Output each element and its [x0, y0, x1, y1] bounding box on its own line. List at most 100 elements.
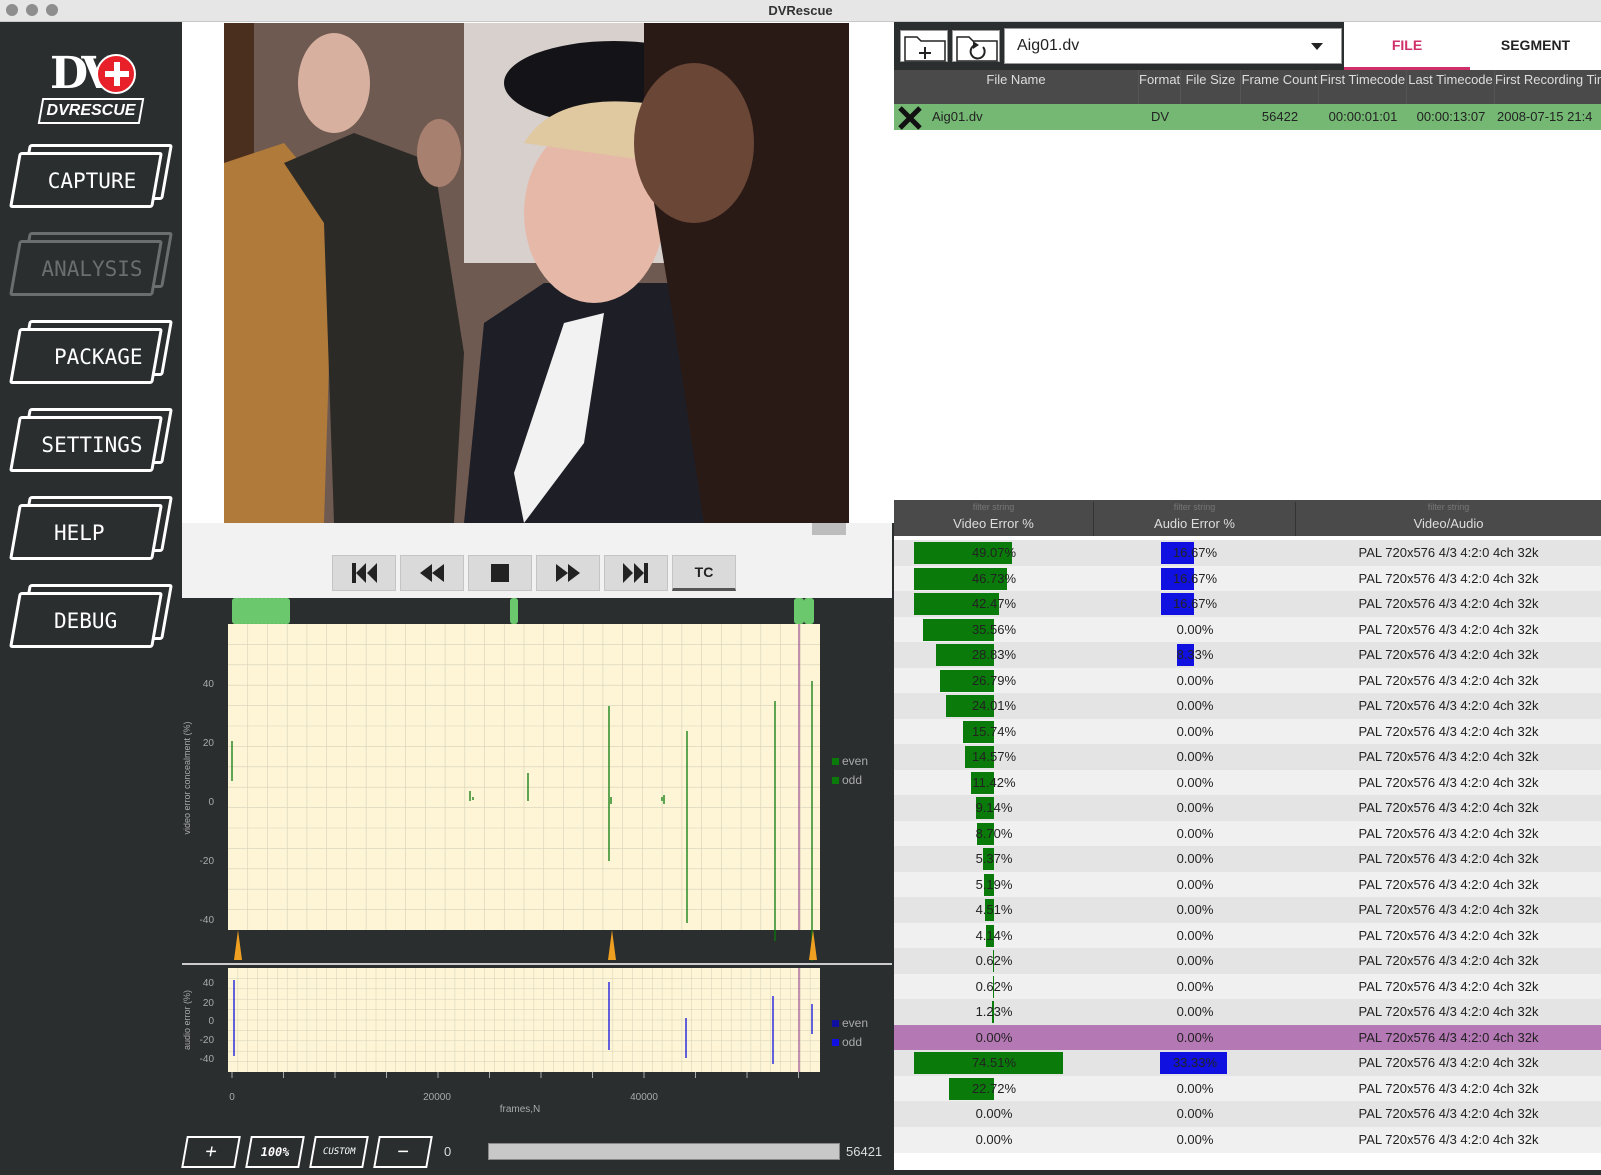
header-file-name[interactable]: File Name [894, 70, 1139, 104]
range-slider[interactable] [488, 1143, 840, 1160]
audio-ytick: 0 [208, 1016, 214, 1027]
segment-row[interactable]: 0.00% 0.00% PAL 720x576 4/3 4:2:0 4ch 32k [894, 1126, 1601, 1153]
nav-analysis-label: ANALYSIS [41, 257, 143, 281]
segment-row[interactable]: 4.14% 0.00% PAL 720x576 4/3 4:2:0 4ch 32k [894, 922, 1601, 949]
video-error-value: 0.00% [975, 1131, 1013, 1147]
video-audio-value: PAL 720x576 4/3 4:2:0 4ch 32k [1358, 672, 1539, 688]
nav-analysis[interactable]: ANALYSIS [9, 230, 173, 302]
legend-even-swatch [832, 758, 839, 765]
video-error-value: 24.01% [971, 698, 1017, 713]
header-format[interactable]: Format [1139, 70, 1181, 104]
zoom-out-button[interactable]: − [373, 1136, 433, 1168]
tab-file[interactable]: FILE [1344, 22, 1470, 70]
segment-row[interactable]: 24.01% 0.00% PAL 720x576 4/3 4:2:0 4ch 32k [894, 693, 1601, 719]
video-error-value: 4.51% [975, 902, 1013, 917]
segments-header: filter string Video Error % filter strin… [894, 502, 1601, 536]
header-video-audio[interactable]: Video/Audio [1296, 516, 1601, 531]
segment-row[interactable]: 5.37% 0.00% PAL 720x576 4/3 4:2:0 4ch 32k [894, 846, 1601, 872]
segment-row[interactable]: 0.00% 0.00% PAL 720x576 4/3 4:2:0 4ch 32k [894, 1101, 1601, 1127]
go-to-start-button[interactable] [332, 555, 396, 591]
segment-row[interactable]: 5.19% 0.00% PAL 720x576 4/3 4:2:0 4ch 32k [894, 871, 1601, 898]
go-to-end-button[interactable] [604, 555, 668, 591]
audio-legend-even-label: even [842, 1016, 868, 1030]
video-audio-value: PAL 720x576 4/3 4:2:0 4ch 32k [1358, 1106, 1539, 1121]
skip-start-icon [352, 563, 377, 583]
video-error-value: 0.00% [975, 1106, 1013, 1121]
timecode-toggle[interactable]: TC [672, 555, 736, 591]
graph-canvas: 40 20 0 -20 -40 video error concealment (%) ev… [182, 598, 892, 1115]
segment-row[interactable]: 1.23% 0.00% PAL 720x576 4/3 4:2:0 4ch 32k [894, 999, 1601, 1025]
segment-row[interactable]: 42.47% 16.67% PAL 720x576 4/3 4:2:0 4ch 32… [894, 591, 1601, 617]
tab-segment[interactable]: SEGMENT [1470, 22, 1601, 70]
rewind-button[interactable] [400, 555, 464, 591]
video-audio-value: PAL 720x576 4/3 4:2:0 4ch 32k [1358, 1055, 1539, 1070]
error-marker [510, 598, 518, 624]
segment-row[interactable]: 14.57% 0.00% PAL 720x576 4/3 4:2:0 4ch 32k [894, 744, 1601, 770]
x-tick-label: 20000 [423, 1092, 451, 1103]
video-ytick: 20 [203, 738, 215, 749]
add-file-button[interactable] [900, 30, 948, 62]
folder-add-icon [904, 36, 946, 62]
segment-row[interactable]: 49.07% 16.67% PAL 720x576 4/3 4:2:0 4ch 32… [894, 540, 1601, 566]
segment-row[interactable]: 8.70% 0.00% PAL 720x576 4/3 4:2:0 4ch 32k [894, 820, 1601, 847]
segment-row[interactable]: 15.74% 0.00% PAL 720x576 4/3 4:2:0 4ch 32k [894, 718, 1601, 745]
segment-row[interactable]: 0.62% 0.00% PAL 720x576 4/3 4:2:0 4ch 32k [894, 973, 1601, 1000]
file-row-size [1181, 104, 1241, 130]
zoom-100-button[interactable]: 100% [245, 1136, 305, 1168]
scrub-handle[interactable] [812, 523, 846, 535]
header-audio-error[interactable]: Audio Error % [1094, 516, 1295, 531]
segment-row[interactable]: 22.72% 0.00% PAL 720x576 4/3 4:2:0 4ch 32k [894, 1075, 1601, 1102]
nav-settings[interactable]: SETTINGS [9, 406, 173, 478]
video-error-value: 9.14% [975, 800, 1013, 815]
segment-row[interactable]: 4.51% 0.00% PAL 720x576 4/3 4:2:0 4ch 32k [894, 897, 1601, 923]
video-audio-value: PAL 720x576 4/3 4:2:0 4ch 32k [1358, 851, 1539, 866]
file-select[interactable]: Aig01.dv [1004, 28, 1342, 64]
video-audio-value: PAL 720x576 4/3 4:2:0 4ch 32k [1358, 774, 1539, 790]
video-error-value: 22.72% [971, 1080, 1017, 1096]
segment-row[interactable]: 35.56% 0.00% PAL 720x576 4/3 4:2:0 4ch 32k [894, 616, 1601, 643]
segment-row[interactable]: 26.79% 0.00% PAL 720x576 4/3 4:2:0 4ch 32k [894, 667, 1601, 694]
video-audio-value: PAL 720x576 4/3 4:2:0 4ch 32k [1358, 749, 1539, 764]
video-filter-input[interactable]: filter string [894, 502, 1093, 516]
segment-row[interactable]: 0.00% 0.00% PAL 720x576 4/3 4:2:0 4ch 32k [894, 1024, 1601, 1051]
nav-package[interactable]: PACKAGE [9, 318, 173, 390]
header-frame-count[interactable]: Frame Count [1241, 70, 1319, 104]
file-row-name: Aig01.dv [932, 109, 983, 124]
segment-row[interactable]: 11.42% 0.00% PAL 720x576 4/3 4:2:0 4ch 32k [894, 769, 1601, 796]
video-audio-value: PAL 720x576 4/3 4:2:0 4ch 32k [1358, 1029, 1539, 1045]
audio-legend-odd-swatch [832, 1039, 839, 1046]
header-first-recording-time[interactable]: First Recording Time [1495, 70, 1601, 104]
va-filter-input[interactable]: filter string [1296, 502, 1601, 516]
header-video-error[interactable]: Video Error % [894, 516, 1093, 531]
video-ytick: -20 [200, 856, 215, 867]
segment-row[interactable]: 74.51% 33.33% PAL 720x576 4/3 4:2:0 4ch 32… [894, 1050, 1601, 1076]
segment-row[interactable]: 28.83% 8.33% PAL 720x576 4/3 4:2:0 4ch 32k [894, 642, 1601, 668]
audio-error-value: 0.00% [1176, 978, 1214, 994]
zoom-custom-button[interactable]: CUSTOM [309, 1136, 369, 1168]
nav-debug[interactable]: DEBUG [9, 582, 173, 654]
player-controls: TC [182, 523, 892, 598]
stop-button[interactable] [468, 555, 532, 591]
file-row[interactable]: Aig01.dv DV 56422 00:00:01:01 00:00:13:0… [894, 104, 1601, 130]
zoom-in-button[interactable]: + [181, 1136, 241, 1168]
video-audio-value: PAL 720x576 4/3 4:2:0 4ch 32k [1358, 825, 1539, 841]
skip-end-icon [623, 563, 648, 583]
nav-help[interactable]: HELP [9, 494, 173, 566]
nav-capture[interactable]: CAPTURE [9, 142, 173, 214]
nav-settings-label: SETTINGS [41, 433, 143, 457]
header-last-timecode[interactable]: Last Timecode [1407, 70, 1495, 104]
video-audio-value: PAL 720x576 4/3 4:2:0 4ch 32k [1358, 876, 1539, 892]
refresh-button[interactable] [952, 30, 1000, 62]
remove-file-icon[interactable] [896, 104, 924, 130]
segment-row[interactable]: 46.73% 16.67% PAL 720x576 4/3 4:2:0 4ch 32… [894, 565, 1601, 592]
nav-help-label: HELP [54, 521, 105, 545]
header-file-size[interactable]: File Size [1181, 70, 1241, 104]
header-first-timecode[interactable]: First Timecode [1319, 70, 1407, 104]
audio-filter-input[interactable]: filter string [1094, 502, 1295, 516]
fast-forward-icon [556, 564, 580, 582]
fast-forward-button[interactable] [536, 555, 600, 591]
app-logo: DV DVRESCUE [37, 48, 145, 124]
video-audio-value: PAL 720x576 4/3 4:2:0 4ch 32k [1358, 596, 1539, 611]
segment-row[interactable]: 9.14% 0.00% PAL 720x576 4/3 4:2:0 4ch 32k [894, 795, 1601, 821]
segment-row[interactable]: 0.62% 0.00% PAL 720x576 4/3 4:2:0 4ch 32k [894, 948, 1601, 974]
